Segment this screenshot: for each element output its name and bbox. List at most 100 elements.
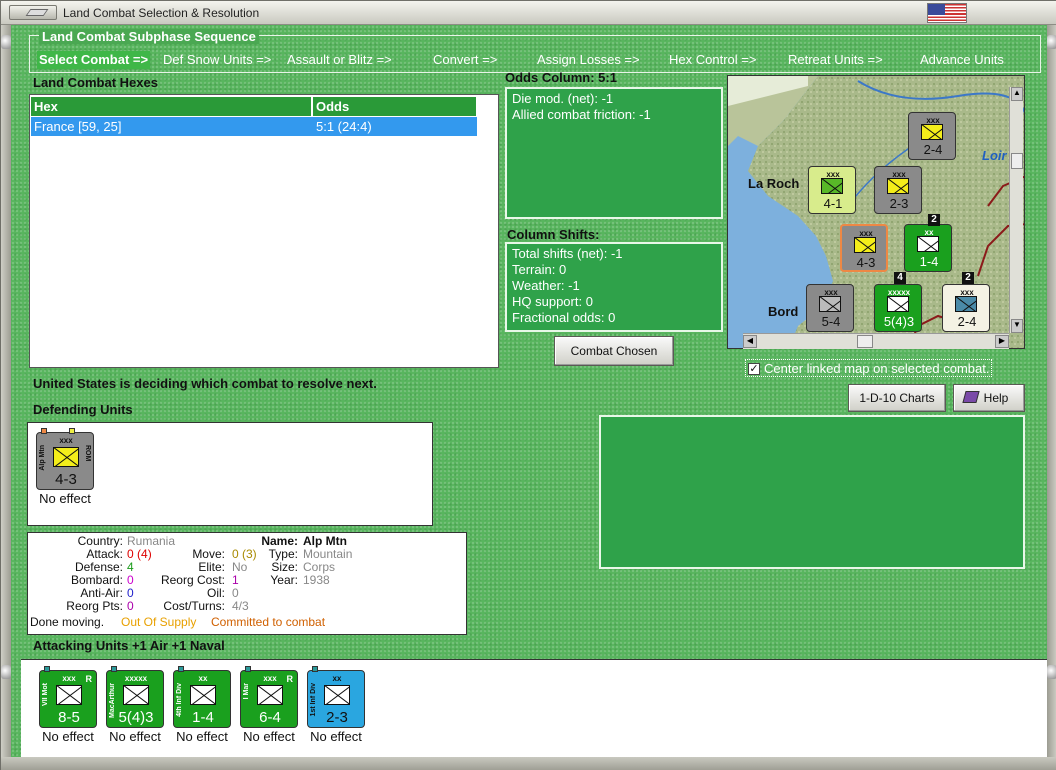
supply-status-text: Out Of Supply [121, 615, 197, 629]
size-value: Corps [303, 560, 336, 574]
attacker-effect: No effect [243, 729, 295, 744]
reorg-cost-label: Reorg Cost: [160, 573, 225, 587]
antiair-label: Anti-Air: [80, 586, 123, 600]
map-horizontal-scrollbar[interactable]: ◀ ▶ [743, 333, 1009, 349]
oil-label: Oil: [207, 586, 225, 600]
attacker-counter-i-mar[interactable]: xxx R I Mar 6-4 [240, 666, 298, 728]
cost-turns-value: 4/3 [232, 599, 249, 613]
stack-badge: 2 [962, 272, 974, 284]
window-menu-button[interactable] [9, 5, 57, 20]
attacker-effect: No effect [109, 729, 161, 744]
scroll-down-arrow[interactable]: ▼ [1011, 319, 1023, 333]
title-bar: Land Combat Selection & Resolution [1, 1, 1056, 25]
step-assign-losses[interactable]: Assign Losses => [537, 52, 640, 67]
odds-cell: 5:1 (24:4) [316, 119, 372, 134]
step-select-combat[interactable]: Select Combat => [37, 51, 151, 69]
attacker-counter-vii-mot[interactable]: xxx R VII Mot 8-5 [39, 666, 97, 728]
elite-label: Elite: [198, 560, 225, 574]
frame-bottom [1, 757, 1056, 770]
subphase-title: Land Combat Subphase Sequence [39, 29, 259, 44]
step-assault-or-blitz[interactable]: Assault or Blitz => [287, 52, 392, 67]
reorg-pts-label: Reorg Pts: [66, 599, 123, 613]
status-text: United States is deciding which combat t… [33, 376, 377, 391]
country-label: Country: [77, 534, 123, 548]
type-label: Type: [268, 547, 298, 561]
map-counter-4th-inf[interactable]: xx 1-4 [904, 224, 952, 272]
step-def-snow-units[interactable]: Def Snow Units => [163, 52, 271, 67]
map-counter-macarthur[interactable]: xxxxx 5(4)3 [874, 284, 922, 332]
map-counter-ii-inf[interactable]: xxx 5-4 [806, 284, 854, 332]
step-convert[interactable]: Convert => [433, 52, 497, 67]
defense-value: 4 [127, 560, 134, 574]
done-moving-text: Done moving. [30, 615, 105, 629]
table-row[interactable]: France [59, 25] 5:1 (24:4) [31, 117, 477, 136]
bombard-value: 0 [127, 573, 134, 587]
reorg-cost-value: 1 [232, 573, 239, 587]
oil-value: 0 [232, 586, 239, 600]
defending-label: Defending Units [33, 402, 133, 417]
charts-button[interactable]: 1-D-10 Charts [848, 384, 946, 412]
map-label-bord: Bord [768, 304, 799, 319]
attacker-counter-1st-inf-div[interactable]: xx 1st Inf Div 2-3 [307, 666, 365, 728]
unit-info-panel: Country: Rumania Attack: 0 (4) Defense: … [27, 532, 467, 635]
step-advance-units[interactable]: Advance Units [920, 52, 1004, 67]
hex-cell: France [59, 25] [34, 119, 122, 134]
attacker-counter-4th-inf-div[interactable]: xx 4th Inf Div 1-4 [173, 666, 231, 728]
map-label-la-roch: La Roch [748, 176, 800, 191]
defender-counter-alp-mtn[interactable]: xxx Alp Mtn ROM 4-3 [36, 428, 94, 490]
attacking-label: Attacking Units +1 Air +1 Naval [33, 638, 225, 653]
odds-column-label: Odds Column: 5:1 [505, 70, 617, 85]
frame-left [1, 25, 11, 769]
help-button[interactable]: Help [953, 384, 1025, 412]
stack-badge: 4 [894, 272, 906, 284]
committed-text: Committed to combat [211, 615, 326, 629]
center-linked-label: Center linked map on selected combat. [764, 361, 990, 376]
combat-result-panel [599, 415, 1025, 569]
col-header-odds[interactable]: Odds [313, 97, 477, 116]
attacking-units-panel: xxx R VII Mot 8-5 No effect xxxxx MacArt… [21, 659, 1047, 757]
defending-units-panel: xxx Alp Mtn ROM 4-3 No effect [27, 422, 433, 526]
combat-chosen-button[interactable]: Combat Chosen [554, 336, 674, 366]
map-counter-yug-cav[interactable]: xxx 2-4 [942, 284, 990, 332]
map-vertical-scrollbar[interactable]: ▲ ▼ [1009, 87, 1023, 333]
scroll-thumb[interactable] [857, 335, 873, 348]
step-retreat-units[interactable]: Retreat Units => [788, 52, 883, 67]
scroll-thumb[interactable] [1011, 153, 1023, 169]
window-frame: Land Combat Selection & Resolution Land … [0, 0, 1056, 770]
die-mod-text: Die mod. (net): -1 [512, 91, 614, 106]
hq-support-text: HQ support: 0 [512, 294, 593, 309]
help-book-icon [962, 391, 980, 403]
scroll-left-arrow[interactable]: ◀ [743, 335, 757, 348]
terrain-text: Terrain: 0 [512, 262, 567, 277]
col-header-hex[interactable]: Hex [31, 97, 312, 116]
subphase-steps: Select Combat => Def Snow Units => Assau… [37, 51, 1041, 71]
map-counter-alp-mtn[interactable]: xxx 4-3 [840, 224, 888, 272]
step-hex-control[interactable]: Hex Control => [669, 52, 756, 67]
odds-details: Die mod. (net): -1 Allied combat frictio… [505, 87, 723, 219]
center-linked-checkbox[interactable]: ✓ Center linked map on selected combat. [745, 359, 993, 377]
attacker-effect: No effect [310, 729, 362, 744]
map-counter-rom-cav[interactable]: xxx 2-4 [908, 112, 956, 160]
column-shifts-details: Total shifts (net): -1 Terrain: 0 Weathe… [505, 242, 723, 332]
fractional-odds-text: Fractional odds: 0 [512, 310, 616, 325]
attacker-effect: No effect [42, 729, 94, 744]
move-label: Move: [192, 547, 225, 561]
linked-map[interactable]: La Roch Bord Loir xxx 2-4 xxx 4-1 xxx 2-… [727, 75, 1025, 349]
year-label: Year: [270, 573, 298, 587]
map-label-loir: Loir [982, 148, 1007, 163]
scroll-up-arrow[interactable]: ▲ [1011, 87, 1023, 101]
attacker-effect: No effect [176, 729, 228, 744]
checkbox-icon[interactable]: ✓ [748, 363, 760, 375]
attacker-counter-macarthur[interactable]: xxxxx MacArthur 5(4)3 [106, 666, 164, 728]
map-counter-xx-corps[interactable]: xxx 4-1 [808, 166, 856, 214]
name-label: Name: [261, 534, 298, 548]
size-label: Size: [271, 560, 298, 574]
total-shifts-text: Total shifts (net): -1 [512, 246, 623, 261]
cost-turns-label: Cost/Turns: [163, 599, 225, 613]
scroll-right-arrow[interactable]: ▶ [995, 335, 1009, 348]
reorg-pts-value: 0 [127, 599, 134, 613]
column-shifts-label: Column Shifts: [507, 227, 600, 242]
year-value: 1938 [303, 573, 330, 587]
combat-hex-list[interactable]: Hex Odds France [59, 25] 5:1 (24:4) [29, 94, 499, 368]
map-counter-comandi[interactable]: xxx 2-3 [874, 166, 922, 214]
